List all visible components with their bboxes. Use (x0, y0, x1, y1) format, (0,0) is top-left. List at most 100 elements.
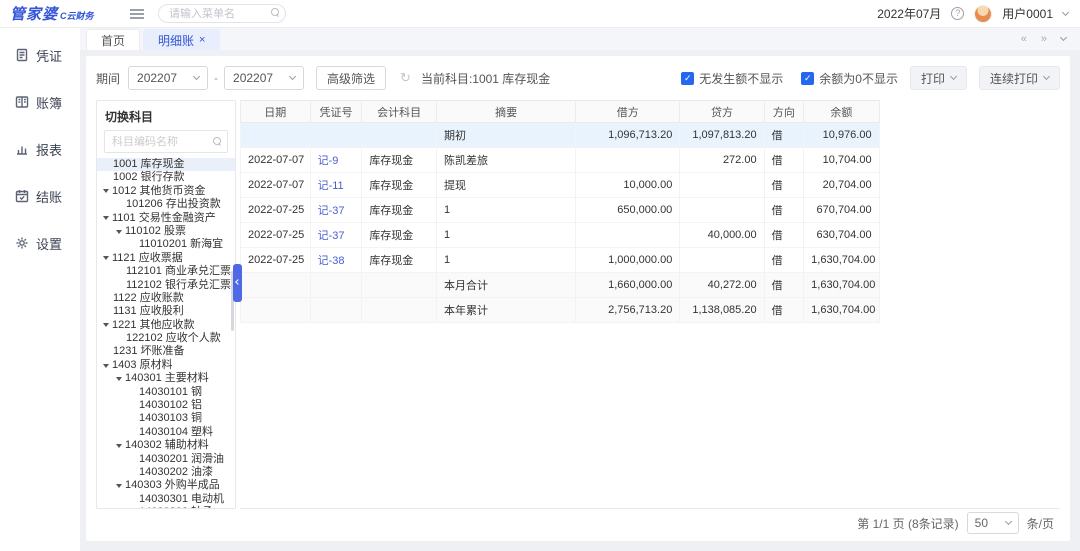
voucher-link[interactable]: 记-11 (318, 180, 344, 192)
cell-subject: 库存现金 (362, 248, 437, 273)
voucher-link[interactable]: 记-38 (318, 255, 345, 267)
column-header: 贷方 (680, 101, 764, 123)
tree-item[interactable]: 14030103 铜 (97, 412, 235, 425)
tree-item[interactable]: 1122 应收账款 (97, 292, 235, 305)
table-row[interactable]: 2022-07-25记-37库存现金140,000.00借630,704.00 (241, 223, 880, 248)
cell-credit (680, 248, 764, 273)
tabs-scroll-right-icon[interactable]: » (1041, 33, 1047, 45)
tree-item[interactable]: 122102 应收个人款 (97, 332, 235, 345)
subject-search-input[interactable] (104, 130, 228, 153)
tabs-menu-icon[interactable] (1060, 34, 1067, 41)
voucher-link[interactable]: 记-37 (318, 230, 345, 242)
table-row[interactable]: 期初1,096,713.201,097,813.20借10,976.00 (241, 123, 880, 148)
tree-item[interactable]: 1012 其他货币资金 (97, 185, 235, 198)
sidebar-item-结账[interactable]: 结账 (0, 181, 80, 211)
collapse-panel-handle[interactable] (233, 264, 242, 302)
tree-expand-icon[interactable] (116, 230, 122, 234)
cell-debit: 2,756,713.20 (576, 298, 680, 323)
tree-item[interactable]: 14030302 轴承 (97, 506, 235, 508)
tree-item[interactable]: 112101 商业承兑汇票 (97, 265, 235, 278)
help-icon[interactable]: ? (951, 7, 964, 20)
voucher-link[interactable]: 记-37 (318, 205, 345, 217)
tree-item[interactable]: 1131 应收股利 (97, 305, 235, 318)
tree-item[interactable]: 14030301 电动机 (97, 493, 235, 506)
tree-item-label: 11010201 新海宜 (139, 238, 223, 251)
cell-balance: 1,630,704.00 (804, 273, 879, 298)
username[interactable]: 用户0001 (1002, 5, 1053, 22)
table-row[interactable]: 2022-07-07记-11库存现金提现10,000.00借20,704.00 (241, 173, 880, 198)
user-menu-chevron-icon[interactable] (1062, 8, 1069, 15)
tree-item[interactable]: 101206 存出投资款 (97, 198, 235, 211)
print-button[interactable]: 打印 (910, 66, 967, 90)
sidebar-item-账簿[interactable]: 账簿 (0, 87, 80, 117)
tree-expand-icon[interactable] (103, 189, 109, 193)
zero-balance-checkbox[interactable]: ✓ 余额为0不显示 (801, 70, 898, 87)
tree-expand-icon[interactable] (103, 216, 109, 220)
no-activity-checkbox[interactable]: ✓ 无发生额不显示 (681, 70, 783, 87)
tree-item[interactable]: 14030102 铝 (97, 399, 235, 412)
tree-item[interactable]: 1221 其他应收款 (97, 319, 235, 332)
accounting-period[interactable]: 2022年07月 (877, 5, 941, 22)
tree-expand-icon[interactable] (116, 444, 122, 448)
content-area: 期间 202207 - 202207 高级筛选 ↻ 当前科目:1001 库存现金 (80, 50, 1080, 551)
tree-item[interactable]: 140303 外购半成品 (97, 479, 235, 492)
period-to-select[interactable]: 202207 (224, 66, 304, 90)
table-row[interactable]: 2022-07-25记-38库存现金11,000,000.00借1,630,70… (241, 248, 880, 273)
cell-date (241, 273, 311, 298)
tree-expand-icon[interactable] (103, 256, 109, 260)
avatar[interactable] (974, 5, 992, 23)
tree-item[interactable]: 1231 坏账准备 (97, 345, 235, 358)
tree-item[interactable]: 1101 交易性金融资产 (97, 212, 235, 225)
tree-item[interactable]: 11010201 新海宜 (97, 238, 235, 251)
tab-明细账[interactable]: 明细账× (143, 29, 220, 50)
main-column: 首页明细账× « » 期间 202207 - 202207 (80, 28, 1080, 551)
tree-item-label: 122102 应收个人款 (126, 332, 221, 345)
table-header-row: 日期凭证号会计科目摘要借方贷方方向余额 (241, 101, 880, 123)
tree-expand-icon[interactable] (103, 364, 109, 368)
cell-debit (576, 148, 680, 173)
voucher-link[interactable]: 记-9 (318, 155, 339, 167)
main-panel: 切换科目 1001 库存现金1002 银行存款1012 其他货币资金101206… (96, 100, 1060, 509)
tab-首页[interactable]: 首页 (86, 29, 140, 50)
close-icon[interactable]: × (199, 35, 205, 46)
table-row[interactable]: 本月合计1,660,000.0040,272.00借1,630,704.00 (241, 273, 880, 298)
page-size-select[interactable]: 50 (967, 512, 1019, 534)
chevron-down-icon (193, 73, 200, 80)
tree-expand-icon[interactable] (116, 484, 122, 488)
tree-item[interactable]: 1121 应收票据 (97, 252, 235, 265)
tree-item[interactable]: 14030202 油漆 (97, 466, 235, 479)
tree-item[interactable]: 110102 股票 (97, 225, 235, 238)
current-subject-label: 当前科目:1001 库存现金 (421, 70, 550, 87)
chevron-down-icon (289, 73, 296, 80)
tree-item[interactable]: 1403 原材料 (97, 359, 235, 372)
tree-item[interactable]: 14030101 钢 (97, 386, 235, 399)
cell-summary: 1 (437, 198, 576, 223)
tree-item[interactable]: 140302 辅助材料 (97, 439, 235, 452)
tree-item[interactable]: 1002 银行存款 (97, 171, 235, 184)
search-input[interactable] (158, 4, 286, 23)
sidebar-item-报表[interactable]: 报表 (0, 134, 80, 164)
table-row[interactable]: 2022-07-07记-9库存现金陈凯差旅272.00借10,704.00 (241, 148, 880, 173)
tree-item[interactable]: 14030201 润滑油 (97, 453, 235, 466)
settings-icon (15, 236, 29, 250)
advanced-filter-button[interactable]: 高级筛选 (316, 66, 386, 90)
tree-expand-icon[interactable] (116, 377, 122, 381)
tree-expand-icon[interactable] (103, 323, 109, 327)
tree-item[interactable]: 140301 主要材料 (97, 372, 235, 385)
refresh-icon[interactable]: ↻ (400, 70, 411, 86)
tabs-scroll-left-icon[interactable]: « (1021, 33, 1027, 45)
tree-item-label: 1131 应收股利 (113, 305, 184, 318)
tree-item[interactable]: 14030104 塑料 (97, 426, 235, 439)
cell-subject: 库存现金 (362, 198, 437, 223)
tree-item[interactable]: 112102 银行承兑汇票 (97, 279, 235, 292)
print-continuous-button[interactable]: 连续打印 (979, 66, 1060, 90)
sidebar-item-设置[interactable]: 设置 (0, 228, 80, 258)
tree-item[interactable]: 1001 库存现金 (97, 158, 235, 171)
page-size-unit: 条/页 (1027, 515, 1054, 532)
cell-debit: 1,000,000.00 (576, 248, 680, 273)
table-row[interactable]: 本年累计2,756,713.201,138,085.20借1,630,704.0… (241, 298, 880, 323)
table-row[interactable]: 2022-07-25记-37库存现金1650,000.00借670,704.00 (241, 198, 880, 223)
period-from-select[interactable]: 202207 (128, 66, 208, 90)
sidebar-item-凭证[interactable]: 凭证 (0, 40, 80, 70)
menu-toggle-icon[interactable] (130, 9, 144, 19)
